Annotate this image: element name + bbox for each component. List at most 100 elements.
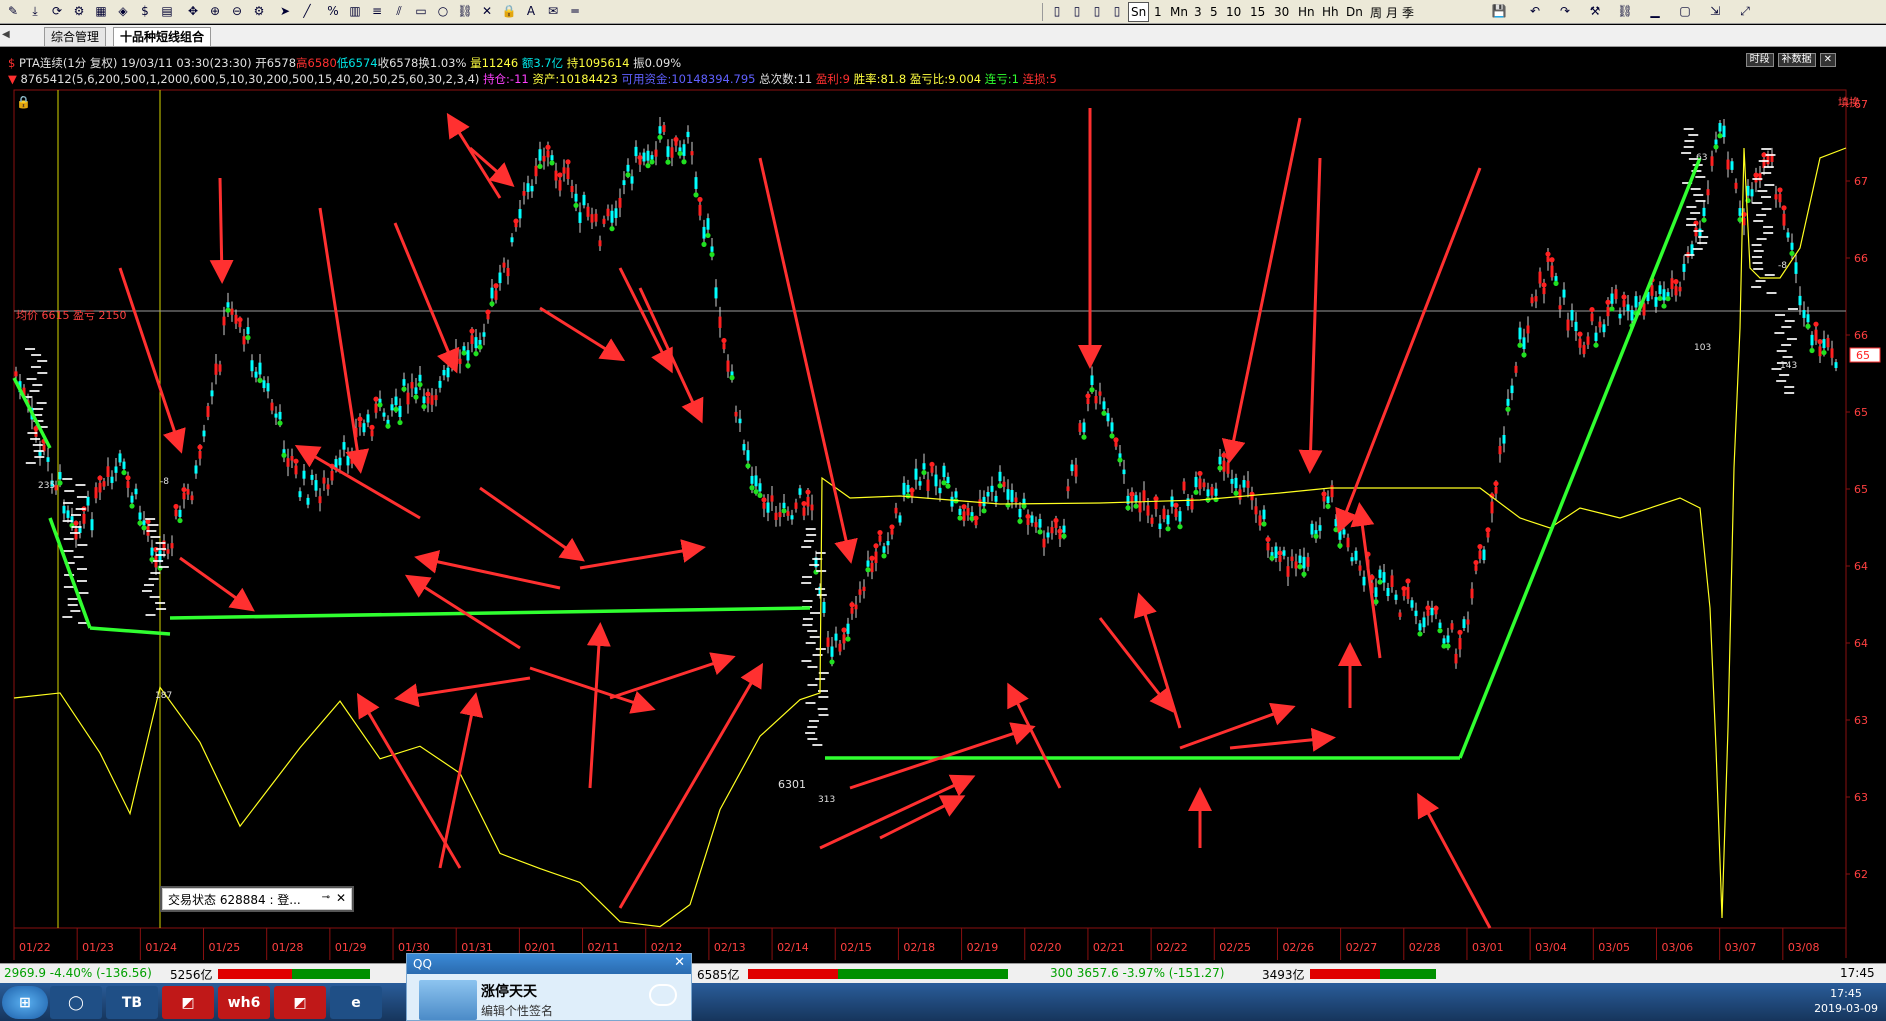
- fib-icon[interactable]: ≡: [368, 2, 386, 20]
- wh6-app-icon[interactable]: wh6: [218, 986, 270, 1019]
- download-icon[interactable]: ⤓: [26, 2, 44, 20]
- save-icon[interactable]: 💾: [1490, 2, 1508, 20]
- system-clock[interactable]: 17:45 2019-03-09: [1814, 986, 1878, 1016]
- candle-body: [1718, 123, 1722, 132]
- candlestick-chart[interactable]: 01/22 01/23 01/24 01/25 01/28 01/29 01/30 01/31…: [0, 48, 1886, 963]
- period-8[interactable]: Hh: [1320, 2, 1341, 22]
- candle-body: [1698, 228, 1702, 237]
- date-label-02/19: 02/19: [967, 941, 999, 954]
- candle-body: [118, 453, 122, 463]
- tab-ten-varieties[interactable]: 十品种短线组合: [113, 27, 212, 46]
- signal-dot-red: [1589, 307, 1595, 313]
- chart-area[interactable]: 01/22 01/23 01/24 01/25 01/28 01/29 01/30 01/31…: [0, 48, 1886, 963]
- signal-dot-green: [945, 483, 951, 489]
- pin-icon[interactable]: ⊸: [322, 892, 330, 903]
- cancel-icon[interactable]: ✕: [478, 2, 496, 20]
- period-4[interactable]: 10: [1224, 2, 1243, 22]
- gear-icon[interactable]: ⚙: [250, 2, 268, 20]
- qq-browser-icon[interactable]: ◯: [50, 986, 102, 1019]
- signal-dot-green: [781, 508, 787, 514]
- candle-body: [1394, 594, 1398, 600]
- candle-body: [234, 314, 238, 324]
- tools-icon[interactable]: ⚙: [70, 2, 88, 20]
- maximize-icon[interactable]: ▢: [1676, 2, 1694, 20]
- trade-marker: [1753, 268, 1764, 270]
- money-icon[interactable]: $: [136, 2, 154, 20]
- tab-scroll-left-icon[interactable]: ◀: [2, 29, 10, 40]
- table-icon[interactable]: ▥: [346, 2, 364, 20]
- signal-dot-red: [513, 218, 519, 224]
- bar-chart-icon[interactable]: ▯: [1048, 2, 1066, 20]
- calc-icon[interactable]: ▤: [158, 2, 176, 20]
- signal-dot-green: [1081, 434, 1087, 440]
- trade-status-popup[interactable]: 交易状态 628884 : 登... ⊸ ✕: [160, 886, 354, 912]
- period-1[interactable]: Mn: [1168, 2, 1190, 22]
- period-active[interactable]: Sn: [1128, 2, 1150, 22]
- forward-icon[interactable]: ↷: [1556, 2, 1574, 20]
- period-12[interactable]: 季: [1400, 2, 1416, 22]
- tb-app-icon[interactable]: TB: [106, 986, 158, 1019]
- candle-body: [890, 529, 894, 535]
- candle-body: [1298, 555, 1302, 563]
- zoom-in-icon[interactable]: ⊕: [206, 2, 224, 20]
- trade-marker: [1776, 380, 1787, 382]
- period-2[interactable]: 3: [1192, 2, 1204, 22]
- tools2-icon[interactable]: ⚒: [1586, 2, 1604, 20]
- ie-browser-icon[interactable]: e: [330, 986, 382, 1019]
- signal-dot-green: [645, 163, 651, 169]
- expand-icon[interactable]: ⇲: [1706, 2, 1724, 20]
- qq-notification[interactable]: QQ ✕ 涨停天天 编辑个性签名: [406, 953, 692, 1021]
- diamond-icon[interactable]: ◈: [114, 2, 132, 20]
- note-icon[interactable]: ✉: [544, 2, 562, 20]
- channel-icon[interactable]: ⫽: [390, 2, 408, 20]
- trade-marker: [1681, 152, 1692, 154]
- index1-quote[interactable]: 2969.9 -4.40% (-136.56): [4, 966, 152, 980]
- line-chart-icon[interactable]: ▯: [1068, 2, 1086, 20]
- qq-close-icon[interactable]: ✕: [674, 955, 685, 970]
- minimize-icon[interactable]: ▁: [1646, 2, 1664, 20]
- lock-icon[interactable]: 🔒: [500, 2, 518, 20]
- candle-body: [1730, 161, 1734, 170]
- trade-marker: [33, 408, 44, 410]
- fill-data-button[interactable]: 补数据: [1777, 53, 1816, 67]
- percent-icon[interactable]: %: [324, 2, 342, 20]
- period-10[interactable]: 周: [1368, 2, 1384, 22]
- period-9[interactable]: Dn: [1344, 2, 1365, 22]
- chart-close-icon[interactable]: ✕: [1819, 53, 1836, 67]
- candle-body: [1290, 556, 1294, 561]
- candle-body: [598, 240, 602, 247]
- tab-overview[interactable]: 综合管理: [44, 27, 107, 46]
- period-0[interactable]: 1: [1152, 2, 1164, 22]
- refresh-icon[interactable]: ⟳: [48, 2, 66, 20]
- fullscreen-icon[interactable]: ⤢: [1736, 2, 1754, 20]
- period-3[interactable]: 5: [1208, 2, 1220, 22]
- candle-body: [514, 223, 518, 228]
- grid-icon[interactable]: ▦: [92, 2, 110, 20]
- rect-icon[interactable]: ▭: [412, 2, 430, 20]
- period-7[interactable]: Hn: [1296, 2, 1317, 22]
- candle-chart-icon[interactable]: ▯: [1088, 2, 1106, 20]
- period-11[interactable]: 月: [1384, 2, 1400, 22]
- stock-app2-icon[interactable]: ◩: [274, 986, 326, 1019]
- cursor-icon[interactable]: ➤: [276, 2, 294, 20]
- session-button[interactable]: 时段: [1745, 53, 1774, 67]
- line-icon[interactable]: ╱: [298, 2, 316, 20]
- link2-icon[interactable]: ⛓: [1616, 2, 1634, 20]
- qq-signature[interactable]: 编辑个性签名: [481, 1002, 553, 1019]
- index2-quote[interactable]: 300 3657.6 -3.97% (-151.27): [1050, 966, 1224, 980]
- link-icon[interactable]: ⛓: [456, 2, 474, 20]
- text-icon[interactable]: A: [522, 2, 540, 20]
- period-6[interactable]: 30: [1272, 2, 1291, 22]
- area-chart-icon[interactable]: ▯: [1108, 2, 1126, 20]
- zoom-out-icon[interactable]: ⊖: [228, 2, 246, 20]
- back-icon[interactable]: ↶: [1526, 2, 1544, 20]
- amplitude: 振0.09%: [633, 56, 682, 70]
- period-5[interactable]: 15: [1248, 2, 1267, 22]
- start-button[interactable]: ⊞: [2, 986, 48, 1019]
- move-icon[interactable]: ✥: [184, 2, 202, 20]
- circle-icon[interactable]: ○: [434, 2, 452, 20]
- close-icon[interactable]: ✕: [336, 891, 346, 905]
- stock-app-icon[interactable]: ◩: [162, 986, 214, 1019]
- level-icon[interactable]: ═: [566, 2, 584, 20]
- pencil-icon[interactable]: ✎: [4, 2, 22, 20]
